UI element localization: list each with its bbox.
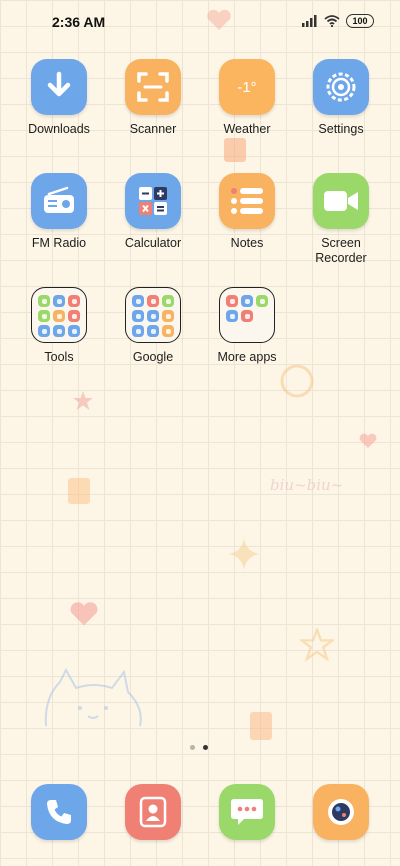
mini-app-icon <box>38 325 50 337</box>
app-label: Notes <box>230 236 264 250</box>
dock-camera[interactable] <box>313 784 369 840</box>
wallpaper-heart-icon <box>207 9 231 30</box>
app-downloads[interactable]: Downloads <box>11 59 107 137</box>
status-bar: 2:36 AM 100 <box>0 0 400 44</box>
wallpaper-heart-pink-icon <box>70 602 98 626</box>
page-dot[interactable] <box>190 745 195 750</box>
calculator-icon <box>125 173 181 229</box>
app-calculator[interactable]: Calculator <box>105 173 201 251</box>
folder-more-apps[interactable]: More apps <box>199 287 295 365</box>
battery-icon: 100 <box>346 14 374 28</box>
mini-app-icon <box>226 295 238 307</box>
mini-app-icon <box>53 295 65 307</box>
wallpaper-star-outline-icon <box>300 628 334 662</box>
mini-app-icon <box>147 310 159 322</box>
status-icons: 100 <box>302 14 374 28</box>
wallpaper-circle-icon <box>280 364 314 398</box>
page-indicator <box>190 745 208 750</box>
weather-icon: -1° <box>219 59 275 115</box>
folder-google[interactable]: Google <box>105 287 201 365</box>
app-weather[interactable]: -1° Weather <box>199 59 295 137</box>
contacts-icon <box>125 784 181 840</box>
folder-icon <box>219 287 275 343</box>
mini-app-icon <box>53 325 65 337</box>
mini-app-icon <box>162 295 174 307</box>
dock-phone[interactable] <box>31 784 87 840</box>
app-scanner[interactable]: Scanner <box>105 59 201 137</box>
wallpaper-cat-icon <box>44 668 142 727</box>
camera-lens-icon <box>313 784 369 840</box>
mini-app-icon <box>68 295 80 307</box>
app-label: Settings <box>318 122 364 136</box>
scan-frame-icon <box>125 59 181 115</box>
mini-app-icon <box>38 310 50 322</box>
mini-app-icon <box>132 310 144 322</box>
app-label: Downloads <box>28 122 90 136</box>
battery-level: 100 <box>352 16 368 26</box>
dock-messages[interactable] <box>219 784 275 840</box>
signal-icon <box>302 15 317 27</box>
mini-app-icon <box>241 295 253 307</box>
mini-app-icon <box>38 295 50 307</box>
mini-app-icon <box>53 310 65 322</box>
app-label: Scanner <box>129 122 177 136</box>
app-screen-recorder[interactable]: Screen Recorder <box>293 173 389 266</box>
mini-app-icon <box>132 325 144 337</box>
mini-app-icon <box>68 310 80 322</box>
app-settings[interactable]: Settings <box>293 59 389 137</box>
app-fm-radio[interactable]: FM Radio <box>11 173 107 251</box>
mini-app-icon <box>68 325 80 337</box>
video-camera-icon <box>313 173 369 229</box>
mini-app-icon <box>162 310 174 322</box>
wallpaper-heart-small-icon <box>359 433 377 449</box>
folder-label: Google <box>132 350 174 364</box>
wallpaper-sticker-2 <box>250 712 272 740</box>
folder-icon <box>125 287 181 343</box>
app-label: Screen Recorder <box>315 236 367 265</box>
notes-list-icon <box>219 173 275 229</box>
status-time: 2:36 AM <box>52 14 106 30</box>
page-dot-active[interactable] <box>203 745 208 750</box>
weather-temp: -1° <box>237 78 257 96</box>
mini-app-icon <box>147 295 159 307</box>
dock-contacts[interactable] <box>125 784 181 840</box>
download-arrow-icon <box>31 59 87 115</box>
mini-app-icon <box>162 325 174 337</box>
message-bubble-icon <box>219 784 275 840</box>
folder-label: Tools <box>44 350 74 364</box>
folder-label: More apps <box>217 350 277 364</box>
mini-app-icon <box>241 310 253 322</box>
wallpaper-sticker <box>68 478 90 504</box>
wallpaper-star-icon <box>73 391 93 410</box>
app-label: Weather <box>223 122 271 136</box>
wallpaper-sticker-3 <box>224 138 246 162</box>
phone-icon <box>31 784 87 840</box>
mini-app-icon <box>132 295 144 307</box>
gear-icon <box>313 59 369 115</box>
app-label: Calculator <box>124 236 182 250</box>
folder-icon <box>31 287 87 343</box>
wallpaper-sparkle-icon <box>228 538 260 570</box>
radio-icon <box>31 173 87 229</box>
mini-app-icon <box>256 295 268 307</box>
mini-app-icon <box>147 325 159 337</box>
app-label: FM Radio <box>31 236 87 250</box>
app-notes[interactable]: Notes <box>199 173 295 251</box>
wifi-icon <box>324 15 340 27</box>
wallpaper-text: biu~biu~ <box>270 476 344 494</box>
folder-tools[interactable]: Tools <box>11 287 107 365</box>
mini-app-icon <box>226 310 238 322</box>
